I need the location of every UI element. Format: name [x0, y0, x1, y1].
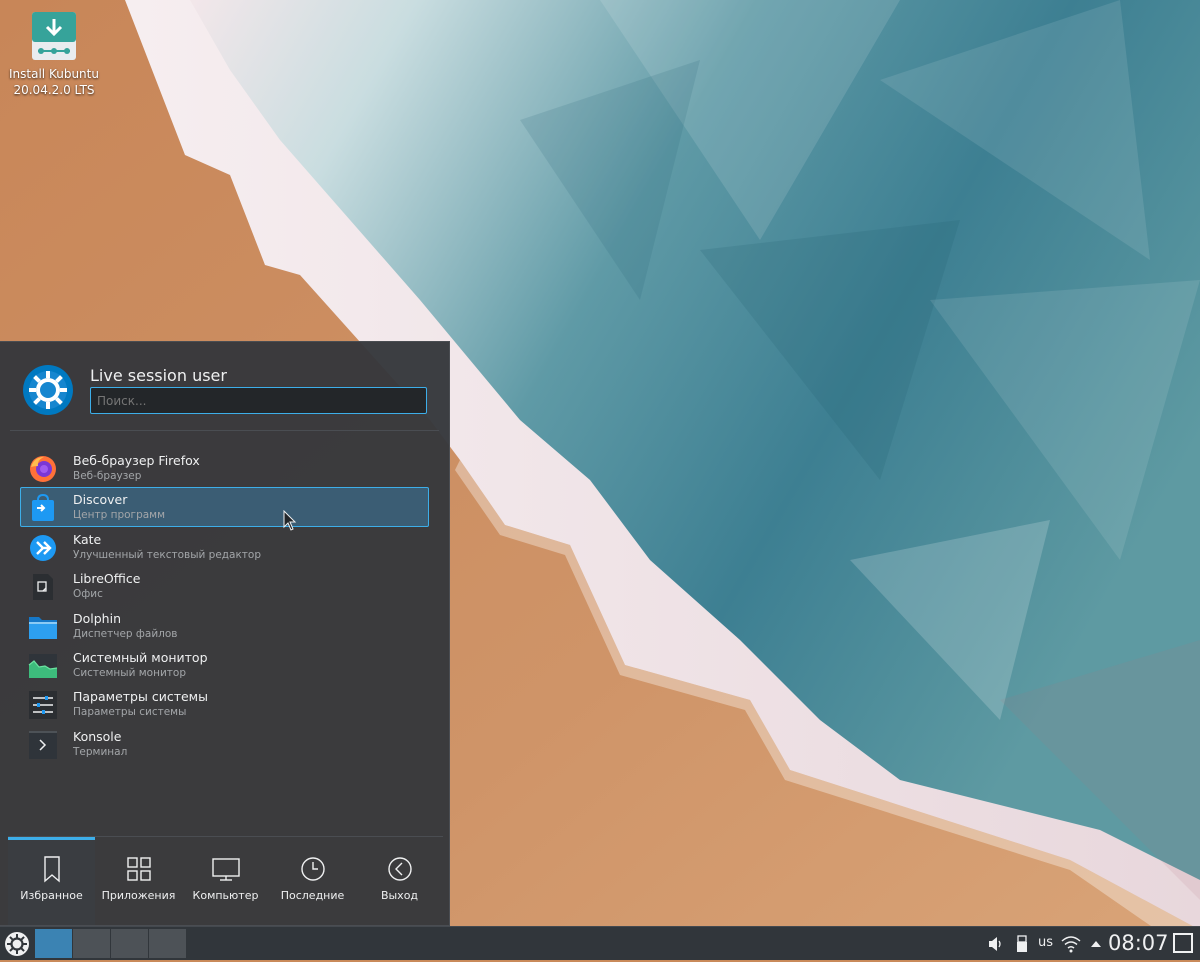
virtual-desktop-3[interactable]: [111, 929, 148, 958]
leave-icon: [385, 854, 415, 884]
virtual-desktop-pager: [35, 929, 187, 958]
kate-icon: [28, 533, 58, 563]
computer-icon: [211, 854, 241, 884]
list-item-konsole[interactable]: Konsole Терминал: [20, 724, 429, 763]
app-name: Системный монитор: [73, 649, 208, 665]
system-monitor-icon: [28, 651, 58, 681]
bookmark-icon: [37, 854, 67, 884]
tab-label: Выход: [380, 889, 419, 902]
digital-clock[interactable]: 08:07: [1108, 931, 1169, 955]
tab-leave[interactable]: Выход: [356, 837, 443, 925]
app-description: Центр программ: [73, 509, 166, 522]
wifi-icon[interactable]: [1061, 935, 1081, 953]
system-settings-icon: [28, 690, 58, 720]
download-install-icon: [28, 10, 80, 62]
list-item-kate[interactable]: Kate Улучшенный текстовый редактор: [20, 527, 429, 566]
virtual-desktop-4[interactable]: [149, 929, 186, 958]
volume-icon[interactable]: [987, 935, 1005, 953]
tab-label: Компьютер: [192, 889, 259, 902]
firefox-icon: [28, 454, 58, 484]
taskbar-panel: us 08:07: [0, 926, 1200, 960]
list-item-firefox[interactable]: Веб-браузер Firefox Веб-браузер: [20, 448, 429, 487]
app-name: Kate: [73, 531, 102, 547]
install-kubuntu-desktop-icon[interactable]: Install Kubuntu 20.04.2.0 LTS: [4, 10, 104, 98]
clock-icon: [298, 854, 328, 884]
app-description: Диспетчер файлов: [73, 627, 178, 640]
app-description: Терминал: [73, 745, 128, 758]
header-divider: [10, 430, 439, 431]
tab-applications[interactable]: Приложения: [95, 837, 182, 925]
user-name: Live session user: [90, 366, 227, 385]
list-item-system-settings[interactable]: Параметры системы Параметры системы: [20, 684, 429, 723]
konsole-icon: [28, 730, 58, 760]
list-item-libreoffice[interactable]: LibreOffice Офис: [20, 566, 429, 605]
app-name: Konsole: [73, 728, 122, 744]
list-item-dolphin[interactable]: Dolphin Диспетчер файлов: [20, 606, 429, 645]
discover-icon: [28, 493, 58, 523]
install-kubuntu-label: Install Kubuntu 20.04.2.0 LTS: [9, 67, 99, 97]
show-desktop-button[interactable]: [1173, 933, 1193, 953]
favorites-list: Веб-браузер Firefox Веб-браузер Discover…: [20, 448, 429, 763]
virtual-desktop-1[interactable]: [35, 929, 72, 958]
tab-label: Последние: [280, 889, 345, 902]
show-hidden-icons-arrow-icon[interactable]: [1087, 935, 1105, 953]
tab-computer[interactable]: Компьютер: [182, 837, 269, 925]
application-launcher-button[interactable]: [3, 930, 31, 958]
app-description: Веб-браузер: [73, 470, 142, 482]
mouse-cursor-icon: [283, 510, 297, 531]
app-name: Веб-браузер Firefox: [73, 453, 200, 468]
app-description: Системный монитор: [73, 666, 186, 679]
usb-device-icon[interactable]: [1013, 935, 1031, 953]
list-item-system-monitor[interactable]: Системный монитор Системный монитор: [20, 645, 429, 684]
libreoffice-icon: [28, 572, 58, 602]
virtual-desktop-2[interactable]: [73, 929, 110, 958]
app-name: Параметры системы: [73, 689, 208, 705]
tab-favorites[interactable]: Избранное: [8, 837, 95, 925]
tab-label: Приложения: [101, 889, 176, 902]
keyboard-layout-indicator[interactable]: us: [1038, 935, 1053, 950]
app-description: Параметры системы: [73, 706, 187, 719]
app-description: Улучшенный текстовый редактор: [73, 548, 262, 561]
app-description: Офис: [73, 588, 103, 601]
app-name: LibreOffice: [73, 571, 141, 587]
dolphin-folder-icon: [28, 612, 58, 642]
list-item-discover[interactable]: Discover Центр программ: [20, 487, 429, 527]
app-name: Dolphin: [73, 610, 121, 626]
applications-grid-icon: [124, 854, 154, 884]
application-launcher: Live session user Веб-браузер Firefox Ве…: [0, 341, 450, 926]
app-name: Discover: [73, 492, 128, 508]
tab-label: Избранное: [20, 889, 83, 902]
user-avatar-kubuntu-icon[interactable]: [22, 364, 74, 416]
tab-recent[interactable]: Последние: [269, 837, 356, 925]
launcher-tabs: Избранное Приложения Компьютер Последние…: [8, 837, 444, 925]
search-input[interactable]: [90, 387, 427, 414]
